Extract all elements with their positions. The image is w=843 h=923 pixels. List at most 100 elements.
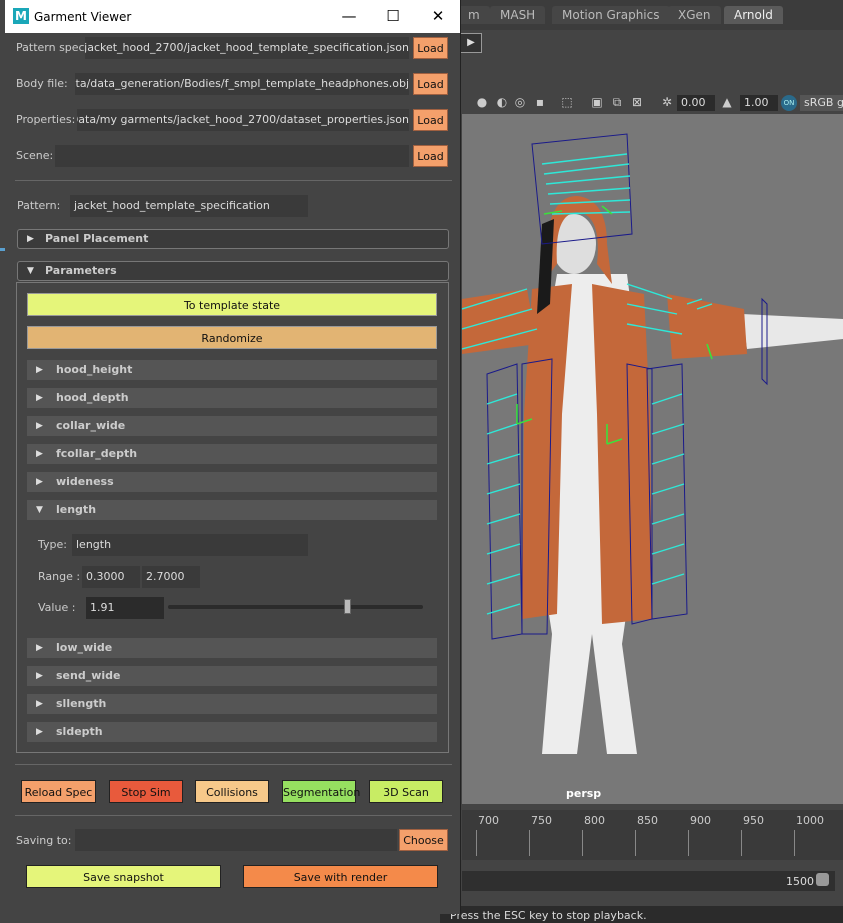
scene-label: Scene: bbox=[16, 149, 54, 162]
value-label: Value : bbox=[38, 601, 76, 614]
pattern-spec-label: Pattern spec: bbox=[16, 41, 89, 54]
timeline-tick: 900 bbox=[690, 814, 711, 827]
param-fcollar-depth[interactable]: ▶ fcollar_depth bbox=[27, 444, 437, 464]
chevron-right-icon: ▶ bbox=[36, 449, 43, 459]
maya-logo-icon: M bbox=[13, 8, 29, 24]
pattern-name-label: Pattern: bbox=[17, 199, 61, 212]
timeline-tick: 700 bbox=[478, 814, 499, 827]
param-length[interactable]: ▼ length bbox=[27, 500, 437, 520]
pattern-name-field: jacket_hood_template_specification bbox=[70, 195, 308, 217]
timeline-tick-mark bbox=[741, 830, 742, 856]
load-properties-button[interactable]: Load bbox=[413, 109, 448, 131]
frame-icon[interactable]: ⧉ bbox=[610, 95, 624, 109]
load-scene-button[interactable]: Load bbox=[413, 145, 448, 167]
gamma-field[interactable]: 1.00 bbox=[740, 95, 778, 111]
template-state-button[interactable]: To template state bbox=[27, 293, 437, 316]
param-wideness[interactable]: ▶ wideness bbox=[27, 472, 437, 492]
parameters-section[interactable]: ▼ Parameters bbox=[17, 261, 449, 281]
xray-icon[interactable]: ▪ bbox=[533, 95, 547, 109]
choose-folder-button[interactable]: Choose bbox=[399, 829, 448, 851]
body-file-field[interactable]: D:/Data/data_generation/Bodies/f_smpl_te… bbox=[75, 73, 409, 95]
minimize-button[interactable]: — bbox=[339, 6, 359, 26]
garment-viewer-window: M Garment Viewer — ☐ ✕ Pattern spec: D:/… bbox=[5, 0, 461, 914]
timeline-tick: 1000 bbox=[796, 814, 824, 827]
gamma-icon[interactable]: ▲ bbox=[720, 95, 734, 109]
timeline-tick-mark bbox=[635, 830, 636, 856]
play-icon[interactable]: ▶ bbox=[460, 33, 482, 53]
chevron-right-icon: ▶ bbox=[36, 365, 43, 375]
param-hood-depth[interactable]: ▶ hood_depth bbox=[27, 388, 437, 408]
save-with-render-button[interactable]: Save with render bbox=[243, 865, 438, 888]
param-label: hood_depth bbox=[56, 391, 129, 404]
param-collar-wide[interactable]: ▶ collar_wide bbox=[27, 416, 437, 436]
param-label: send_wide bbox=[56, 669, 121, 682]
segmentation-button[interactable]: Segmentation bbox=[282, 780, 360, 803]
scene-field[interactable] bbox=[55, 145, 409, 167]
value-field[interactable]: 1.91 bbox=[86, 597, 164, 619]
garment-scene bbox=[461, 133, 843, 754]
close-button[interactable]: ✕ bbox=[428, 6, 448, 26]
3d-viewport[interactable] bbox=[461, 114, 843, 804]
slider-handle[interactable] bbox=[344, 599, 351, 614]
maximize-button[interactable]: ☐ bbox=[383, 6, 403, 26]
param-label: collar_wide bbox=[56, 419, 126, 432]
saving-path-field[interactable] bbox=[75, 829, 397, 851]
pattern-spec-field[interactable]: D:/Data/my garments/jacket_hood_2700/jac… bbox=[85, 37, 409, 59]
range-end-handle[interactable] bbox=[816, 873, 829, 886]
load-pattern-button[interactable]: Load bbox=[413, 37, 448, 59]
type-label: Type: bbox=[38, 538, 67, 551]
color-management-toggle[interactable]: ON bbox=[781, 95, 797, 111]
range-min-field: 0.3000 bbox=[82, 566, 140, 588]
range-end-value[interactable]: 1500 bbox=[786, 875, 814, 888]
help-line-text: Press the ESC key to stop playback. bbox=[450, 909, 647, 922]
exposure-icon[interactable]: ✲ bbox=[660, 95, 674, 109]
right-arm bbox=[742, 314, 843, 349]
divider bbox=[15, 764, 452, 765]
3d-scan-button[interactable]: 3D Scan bbox=[369, 780, 443, 803]
section-title: Panel Placement bbox=[45, 232, 149, 245]
color-space-dropdown[interactable]: sRGB gamma bbox=[800, 95, 843, 111]
timeline-tick: 750 bbox=[531, 814, 552, 827]
save-snapshot-button[interactable]: Save snapshot bbox=[26, 865, 221, 888]
grid-icon[interactable]: ▣ bbox=[590, 95, 604, 109]
range-slider[interactable] bbox=[462, 871, 835, 891]
stop-sim-button[interactable]: Stop Sim bbox=[109, 780, 183, 803]
param-label: hood_height bbox=[56, 363, 133, 376]
resolution-gate-icon[interactable]: ⊠ bbox=[630, 95, 644, 109]
timeline-tick: 850 bbox=[637, 814, 658, 827]
isolate-icon[interactable]: ◎ bbox=[513, 95, 527, 109]
range-max-field: 2.7000 bbox=[142, 566, 200, 588]
param-label: wideness bbox=[56, 475, 114, 488]
chevron-down-icon: ▼ bbox=[36, 505, 43, 515]
chevron-right-icon: ▶ bbox=[36, 727, 43, 737]
shelf-tab-motion-graphics[interactable]: Motion Graphics bbox=[552, 6, 670, 24]
shelf-tab-xgen[interactable]: XGen bbox=[668, 6, 721, 24]
jacket-right bbox=[592, 284, 652, 624]
title-bar[interactable]: M Garment Viewer — ☐ ✕ bbox=[5, 0, 460, 33]
value-slider[interactable] bbox=[168, 599, 423, 614]
collisions-button[interactable]: Collisions bbox=[195, 780, 269, 803]
randomize-button[interactable]: Randomize bbox=[27, 326, 437, 349]
select-icon[interactable]: ⬚ bbox=[560, 95, 574, 109]
param-label: fcollar_depth bbox=[56, 447, 138, 460]
load-body-button[interactable]: Load bbox=[413, 73, 448, 95]
properties-field[interactable]: D:/Data/my garments/jacket_hood_2700/dat… bbox=[77, 109, 409, 131]
param-sldepth[interactable]: ▶ sldepth bbox=[27, 722, 437, 742]
param-sllength[interactable]: ▶ sllength bbox=[27, 694, 437, 714]
lighting-icon[interactable]: ◐ bbox=[495, 95, 509, 109]
reload-spec-button[interactable]: Reload Spec bbox=[21, 780, 96, 803]
shelf-tab-arnold[interactable]: Arnold bbox=[724, 6, 783, 24]
divider bbox=[15, 815, 452, 816]
saving-to-label: Saving to: bbox=[16, 834, 72, 847]
window-title: Garment Viewer bbox=[34, 10, 132, 24]
param-hood-height[interactable]: ▶ hood_height bbox=[27, 360, 437, 380]
param-label: sllength bbox=[56, 697, 107, 710]
shelf-tab-mash[interactable]: MASH bbox=[490, 6, 546, 24]
shading-icon[interactable]: ● bbox=[475, 95, 489, 109]
param-low-wide[interactable]: ▶ low_wide bbox=[27, 638, 437, 658]
shelf-tab-partial[interactable]: m bbox=[458, 6, 490, 24]
exposure-field[interactable]: 0.00 bbox=[677, 95, 715, 111]
type-field: length bbox=[72, 534, 308, 556]
panel-placement-section[interactable]: ▶ Panel Placement bbox=[17, 229, 449, 249]
param-send-wide[interactable]: ▶ send_wide bbox=[27, 666, 437, 686]
